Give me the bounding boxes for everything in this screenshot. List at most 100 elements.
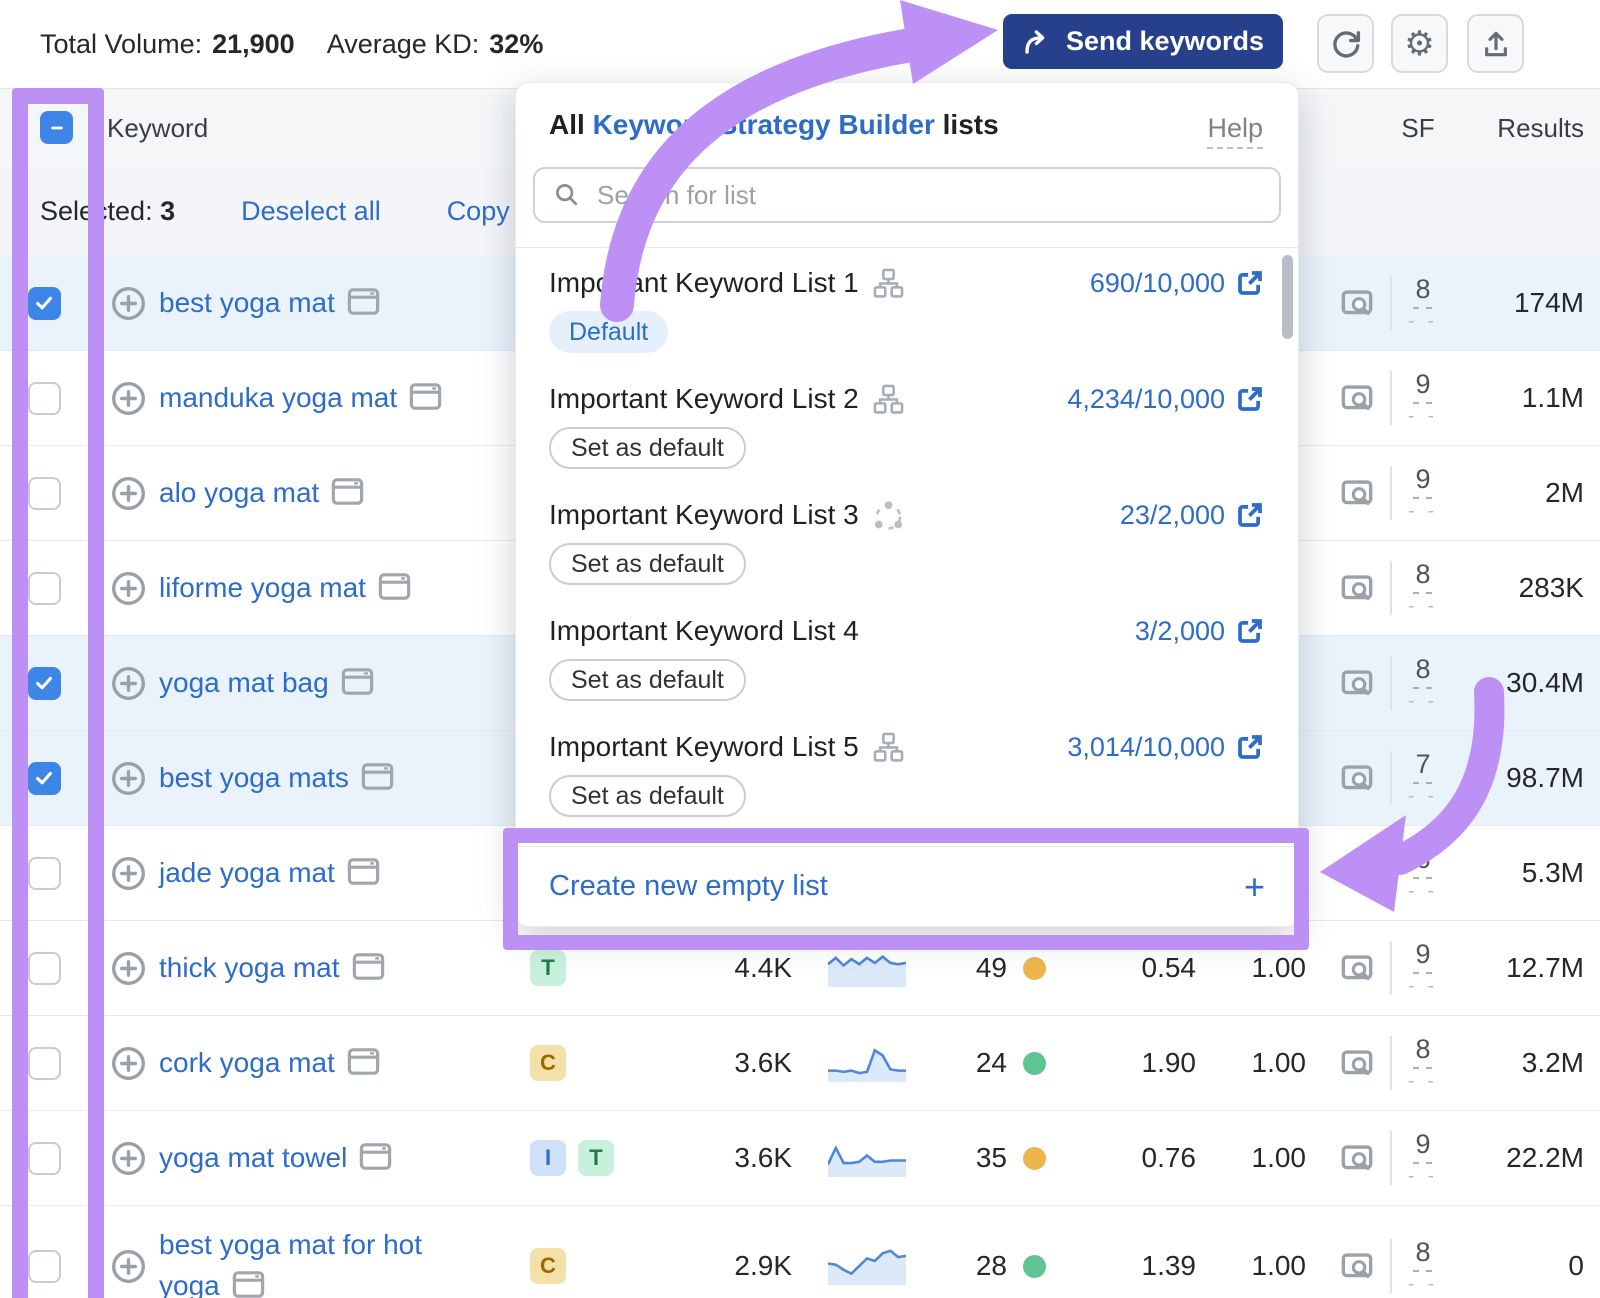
expand-plus-icon[interactable] <box>110 1140 147 1177</box>
list-default-badge[interactable]: Set as default <box>549 543 746 585</box>
row-checkbox[interactable] <box>28 952 61 985</box>
keyword-link[interactable]: yoga mat towel <box>159 1142 347 1173</box>
keyword-link[interactable]: cork yoga mat <box>159 1047 335 1078</box>
row-checkbox[interactable] <box>28 382 61 415</box>
sf-value[interactable]: 8 <box>1413 654 1432 689</box>
list-name[interactable]: Important Keyword List 5 <box>549 731 859 763</box>
keyword-link[interactable]: best yoga mat <box>159 287 335 318</box>
serp-features-icon[interactable] <box>347 858 380 892</box>
serp-features-icon[interactable] <box>347 288 380 322</box>
row-checkbox[interactable] <box>28 1047 61 1080</box>
list-name[interactable]: Important Keyword List 1 <box>549 267 859 299</box>
serp-features-icon[interactable] <box>232 1271 265 1298</box>
popup-scrollbar[interactable] <box>1282 255 1293 339</box>
expand-plus-icon[interactable] <box>110 950 147 987</box>
serp-analysis-icon[interactable] <box>1340 763 1374 793</box>
list-name[interactable]: Important Keyword List 3 <box>549 499 859 531</box>
keyword-link[interactable]: manduka yoga mat <box>159 382 397 413</box>
keyword-link[interactable]: jade yoga mat <box>159 857 335 888</box>
search-list-input[interactable] <box>595 179 1261 212</box>
row-checkbox[interactable] <box>28 857 61 890</box>
sf-column-header[interactable]: SF <box>1390 89 1446 167</box>
serp-features-icon[interactable] <box>331 478 364 512</box>
expand-plus-icon[interactable] <box>110 475 147 512</box>
sf-value[interactable]: 7 <box>1413 749 1432 784</box>
serp-analysis-icon[interactable] <box>1340 478 1374 508</box>
row-checkbox[interactable] <box>28 1250 61 1283</box>
refresh-button[interactable] <box>1317 14 1374 73</box>
ksb-link[interactable]: Keyword Strategy Builder <box>593 109 935 140</box>
row-checkbox[interactable] <box>28 287 61 320</box>
external-link-icon[interactable] <box>1235 268 1265 298</box>
serp-analysis-icon[interactable] <box>1340 953 1374 983</box>
send-keywords-button[interactable]: Send keywords <box>1003 14 1283 69</box>
results-column-header[interactable]: Results <box>1497 89 1584 167</box>
expand-plus-icon[interactable] <box>110 855 147 892</box>
keyword-link[interactable]: liforme yoga mat <box>159 572 366 603</box>
sf-value[interactable]: 8 <box>1413 1034 1432 1069</box>
serp-analysis-icon[interactable] <box>1340 383 1374 413</box>
expand-plus-icon[interactable] <box>110 665 147 702</box>
serp-analysis-icon[interactable] <box>1340 858 1374 888</box>
external-link-icon[interactable] <box>1235 384 1265 414</box>
expand-plus-icon[interactable] <box>110 570 147 607</box>
serp-analysis-icon[interactable] <box>1340 1251 1374 1281</box>
sf-value[interactable]: 9 <box>1413 939 1432 974</box>
sf-value[interactable]: 8 <box>1413 1237 1432 1272</box>
help-link[interactable]: Help <box>1207 113 1263 149</box>
list-count-link[interactable]: 3/2,000 <box>1135 616 1225 647</box>
row-checkbox[interactable] <box>28 477 61 510</box>
expand-plus-icon[interactable] <box>110 1045 147 1082</box>
serp-analysis-icon[interactable] <box>1340 288 1374 318</box>
select-all-checkbox[interactable] <box>40 111 73 144</box>
keyword-column-header[interactable]: Keyword <box>107 89 208 167</box>
keyword-link[interactable]: best yoga mats <box>159 762 349 793</box>
list-default-badge[interactable]: Set as default <box>549 659 746 701</box>
expand-plus-icon[interactable] <box>110 285 147 322</box>
row-checkbox[interactable] <box>28 572 61 605</box>
expand-plus-icon[interactable] <box>110 380 147 417</box>
serp-features-icon[interactable] <box>361 763 394 797</box>
serp-features-icon[interactable] <box>409 383 442 417</box>
serp-analysis-icon[interactable] <box>1340 668 1374 698</box>
list-count-link[interactable]: 23/2,000 <box>1120 500 1225 531</box>
serp-analysis-icon[interactable] <box>1340 1048 1374 1078</box>
create-new-list-button[interactable]: Create new empty list + <box>516 846 1298 926</box>
serp-features-icon[interactable] <box>352 953 385 987</box>
sf-value[interactable]: 9 <box>1413 464 1432 499</box>
row-checkbox[interactable] <box>28 762 61 795</box>
keyword-link[interactable]: yoga mat bag <box>159 667 329 698</box>
external-link-icon[interactable] <box>1235 500 1265 530</box>
row-checkbox[interactable] <box>28 667 61 700</box>
sf-value[interactable]: 9 <box>1413 369 1432 404</box>
sf-value[interactable]: 8 <box>1413 274 1432 309</box>
sf-value[interactable]: 9 <box>1413 1129 1432 1164</box>
serp-features-icon[interactable] <box>341 668 374 702</box>
settings-button[interactable]: ⚙ <box>1391 14 1448 73</box>
keyword-link[interactable]: thick yoga mat <box>159 952 340 983</box>
serp-features-icon[interactable] <box>359 1143 392 1177</box>
external-link-icon[interactable] <box>1235 732 1265 762</box>
list-name[interactable]: Important Keyword List 2 <box>549 383 859 415</box>
sf-value[interactable]: 6 <box>1413 844 1432 879</box>
list-count-link[interactable]: 690/10,000 <box>1090 268 1225 299</box>
export-button[interactable] <box>1467 14 1524 73</box>
serp-features-icon[interactable] <box>378 573 411 607</box>
keyword-link[interactable]: best yoga mat for hot yoga <box>159 1229 422 1298</box>
serp-features-icon[interactable] <box>347 1048 380 1082</box>
list-count-link[interactable]: 3,014/10,000 <box>1067 732 1225 763</box>
serp-analysis-icon[interactable] <box>1340 1143 1374 1173</box>
list-default-badge[interactable]: Default <box>549 311 668 353</box>
sf-value[interactable]: 8 <box>1413 559 1432 594</box>
list-default-badge[interactable]: Set as default <box>549 775 746 817</box>
keyword-link[interactable]: alo yoga mat <box>159 477 319 508</box>
external-link-icon[interactable] <box>1235 616 1265 646</box>
list-count-link[interactable]: 4,234/10,000 <box>1067 384 1225 415</box>
deselect-all-link[interactable]: Deselect all <box>241 196 381 227</box>
list-default-badge[interactable]: Set as default <box>549 427 746 469</box>
copy-link[interactable]: Copy <box>447 196 510 227</box>
list-name[interactable]: Important Keyword List 4 <box>549 615 859 647</box>
expand-plus-icon[interactable] <box>110 760 147 797</box>
expand-plus-icon[interactable] <box>110 1248 147 1285</box>
serp-analysis-icon[interactable] <box>1340 573 1374 603</box>
